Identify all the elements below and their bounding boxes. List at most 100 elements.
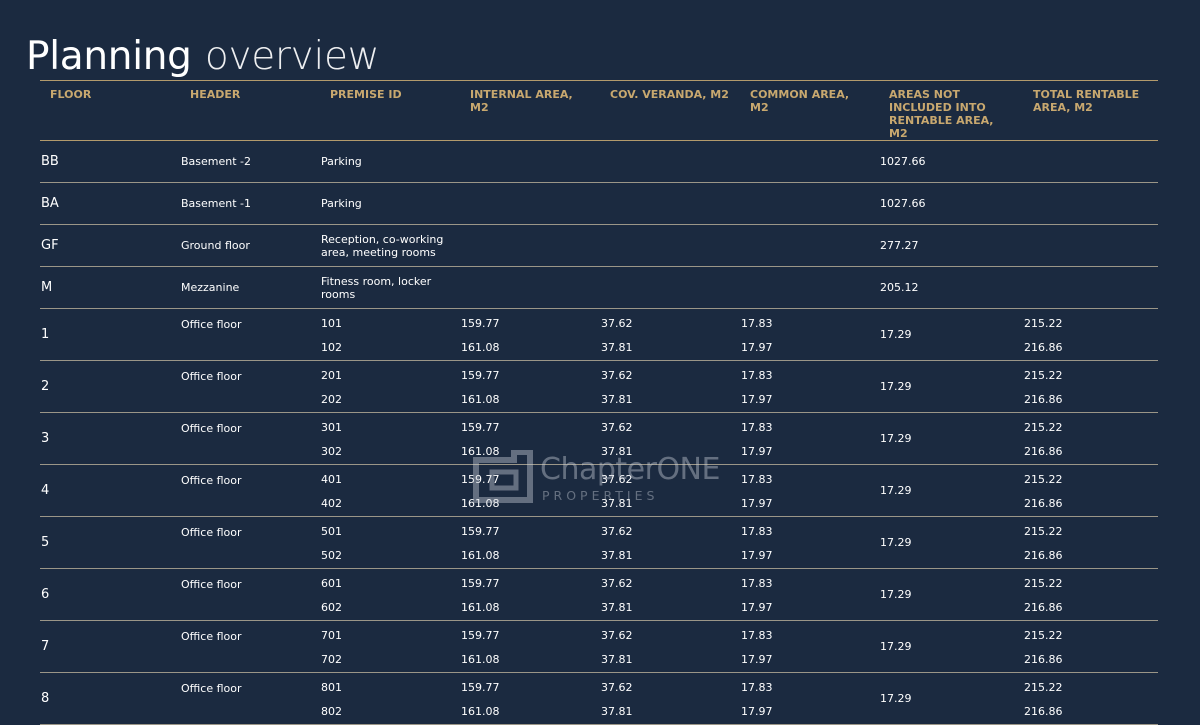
header-cell: Basement -1 — [180, 182, 320, 225]
veranda-cell-stack: 37.62 37.81 — [601, 471, 740, 510]
internal-area-cell-value: 161.08 — [461, 601, 500, 614]
total-cell — [1023, 266, 1158, 309]
internal-area-cell-value: 159.77 — [461, 317, 500, 330]
veranda-cell-value: 37.81 — [601, 497, 633, 510]
total-rentable-cell-stack: 215.22 216.86 — [1024, 419, 1158, 458]
veranda-cell-stack: 37.62 37.81 — [601, 679, 740, 718]
premise-id-cell: 301 302 — [320, 412, 460, 465]
header-cell: Ground floor — [180, 224, 320, 267]
common-area-cell-value: 17.83 — [741, 473, 773, 486]
total-rentable-cell: 215.22 216.86 — [1023, 308, 1158, 361]
header-cell: Office floor — [180, 360, 320, 413]
common-area-cell-stack: 17.83 17.97 — [741, 315, 879, 354]
common-area-cell-value: 17.83 — [741, 681, 773, 694]
total-cell — [1023, 224, 1158, 267]
common-area-cell: 17.83 17.97 — [740, 464, 879, 517]
common-area-cell: 17.83 17.97 — [740, 412, 879, 465]
total-rentable-cell-stack: 215.22 216.86 — [1024, 575, 1158, 614]
common-area-cell-value: 17.97 — [741, 705, 773, 718]
premise-id-cell-stack: 501 502 — [321, 523, 460, 562]
premise-id-cell-stack: 801 802 — [321, 679, 460, 718]
col-header-internal-area: INTERNAL AREA, m2 — [460, 80, 600, 141]
header-cell: Office floor — [180, 308, 320, 361]
common-area-cell: 17.83 17.97 — [740, 360, 879, 413]
veranda-cell: 37.62 37.81 — [600, 360, 740, 413]
table-row: 4 Office floor 401 402 159.77 161.08 37.62 37.8… — [40, 464, 1158, 517]
premise-id-cell-value: 301 — [321, 421, 342, 434]
table-row: BA Basement -1 Parking 1027.66 — [40, 182, 1158, 225]
floor-cell: 1 — [40, 308, 180, 361]
common-area-cell: 17.83 17.97 — [740, 516, 879, 569]
premise-id-cell-value: 201 — [321, 369, 342, 382]
veranda-cell-value: 37.81 — [601, 445, 633, 458]
premise-id-cell: 701 702 — [320, 620, 460, 673]
internal-area-cell-stack: 159.77 161.08 — [461, 471, 600, 510]
common-area-cell: 17.83 17.97 — [740, 620, 879, 673]
table-row: 8 Office floor 801 802 159.77 161.08 37.62 37.8… — [40, 672, 1158, 725]
not-included-cell: 17.29 — [879, 672, 1023, 725]
not-included-cell: 17.29 — [879, 620, 1023, 673]
floor-cell: BA — [40, 182, 180, 225]
title-word-2: overview — [204, 34, 380, 80]
premise-id-cell-stack: 601 602 — [321, 575, 460, 614]
veranda-cell: 37.62 37.81 — [600, 464, 740, 517]
total-rentable-cell-value: 215.22 — [1024, 629, 1063, 642]
header-cell: Mezzanine — [180, 266, 320, 309]
premise-cell: Fitness room, locker rooms — [320, 266, 460, 309]
premise-id-cell-value: 801 — [321, 681, 342, 694]
veranda-cell-stack: 37.62 37.81 — [601, 627, 740, 666]
total-rentable-cell-value: 215.22 — [1024, 577, 1063, 590]
not-included-cell: 17.29 — [879, 412, 1023, 465]
table-row: GF Ground floor Reception, co-working area… — [40, 224, 1158, 267]
floor-cell: 7 — [40, 620, 180, 673]
not-included-cell: 1027.66 — [879, 182, 1023, 225]
premise-id-cell-value: 101 — [321, 317, 342, 330]
total-rentable-cell-value: 215.22 — [1024, 681, 1063, 694]
internal-cell — [460, 182, 600, 225]
internal-area-cell-value: 159.77 — [461, 681, 500, 694]
total-rentable-cell-value: 215.22 — [1024, 369, 1063, 382]
table-row: 2 Office floor 201 202 159.77 161.08 37.62 37.8… — [40, 360, 1158, 413]
premise-cell: Parking — [320, 140, 460, 183]
floor-cell: 5 — [40, 516, 180, 569]
internal-area-cell-stack: 159.77 161.08 — [461, 523, 600, 562]
veranda-cell-value: 37.62 — [601, 525, 633, 538]
veranda-cell — [600, 140, 740, 183]
premise-id-cell-value: 501 — [321, 525, 342, 538]
total-rentable-cell-value: 215.22 — [1024, 317, 1063, 330]
premise-id-cell-value: 401 — [321, 473, 342, 486]
veranda-cell-value: 37.62 — [601, 317, 633, 330]
total-rentable-cell-value: 215.22 — [1024, 473, 1063, 486]
common-area-cell: 17.83 17.97 — [740, 568, 879, 621]
internal-area-cell-value: 161.08 — [461, 653, 500, 666]
total-rentable-cell-value: 216.86 — [1024, 705, 1063, 718]
internal-area-cell-value: 159.77 — [461, 525, 500, 538]
total-rentable-cell-stack: 215.22 216.86 — [1024, 627, 1158, 666]
total-rentable-cell: 215.22 216.86 — [1023, 620, 1158, 673]
total-rentable-cell-value: 216.86 — [1024, 341, 1063, 354]
internal-area-cell-value: 161.08 — [461, 393, 500, 406]
internal-area-cell: 159.77 161.08 — [460, 620, 600, 673]
common-area-cell: 17.83 17.97 — [740, 308, 879, 361]
internal-area-cell: 159.77 161.08 — [460, 464, 600, 517]
premise-id-cell-value: 701 — [321, 629, 342, 642]
internal-area-cell-value: 159.77 — [461, 421, 500, 434]
table-row: 7 Office floor 701 702 159.77 161.08 37.62 37.8… — [40, 620, 1158, 673]
common-area-cell-value: 17.97 — [741, 341, 773, 354]
premise-id-cell: 601 602 — [320, 568, 460, 621]
premise-id-cell-value: 202 — [321, 393, 342, 406]
col-header-common-area: COMMON AREA, m2 — [740, 80, 879, 141]
col-header-floor: FLOOR — [40, 80, 180, 141]
floor-cell: 2 — [40, 360, 180, 413]
common-area-cell-stack: 17.83 17.97 — [741, 679, 879, 718]
total-rentable-cell-value: 215.22 — [1024, 421, 1063, 434]
not-included-cell: 205.12 — [879, 266, 1023, 309]
header-cell: Office floor — [180, 412, 320, 465]
premise-id-cell: 201 202 — [320, 360, 460, 413]
internal-cell — [460, 224, 600, 267]
internal-area-cell-value: 161.08 — [461, 549, 500, 562]
veranda-cell-stack: 37.62 37.81 — [601, 315, 740, 354]
internal-area-cell-stack: 159.77 161.08 — [461, 575, 600, 614]
total-rentable-cell: 215.22 216.86 — [1023, 360, 1158, 413]
total-rentable-cell-stack: 215.22 216.86 — [1024, 315, 1158, 354]
